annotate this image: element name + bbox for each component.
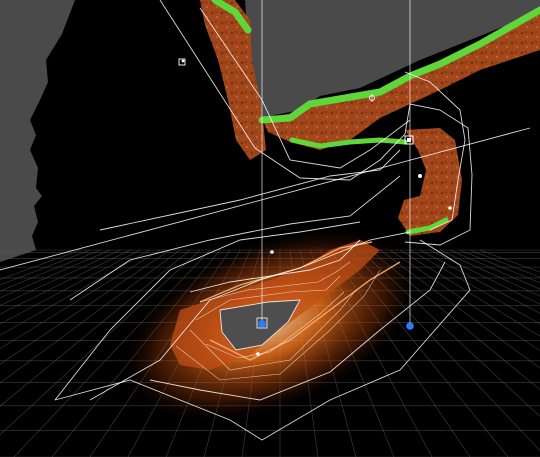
scene-viewport[interactable] — [0, 0, 540, 457]
pivot-handle-2[interactable] — [406, 322, 414, 330]
small-gizmo-icon[interactable] — [448, 206, 452, 210]
small-gizmo-icon[interactable] — [256, 352, 260, 356]
scene-canvas[interactable] — [0, 0, 540, 457]
small-gizmo-icon[interactable] — [418, 174, 422, 178]
small-gizmo-icon[interactable] — [270, 250, 274, 254]
